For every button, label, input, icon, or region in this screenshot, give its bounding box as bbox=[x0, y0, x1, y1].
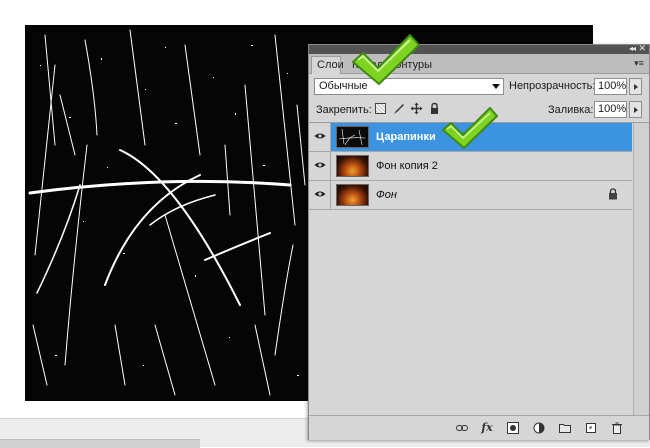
fx-icon[interactable]: fx bbox=[481, 422, 493, 434]
fill-label: Заливка: bbox=[548, 104, 594, 116]
horizontal-scrollbar[interactable] bbox=[0, 439, 200, 448]
chevron-down-icon bbox=[492, 84, 500, 89]
tab-layers[interactable]: Слои bbox=[311, 56, 344, 74]
panel-bottombar: fx bbox=[309, 415, 649, 440]
fill-slider-button[interactable] bbox=[629, 101, 642, 118]
visibility-toggle[interactable] bbox=[309, 152, 331, 180]
opacity-input[interactable]: 100% bbox=[594, 78, 627, 95]
link-icon[interactable] bbox=[456, 422, 468, 434]
collapse-panel-icon[interactable]: ◂◂ bbox=[629, 44, 636, 53]
layer-row[interactable]: Фон копия 2 bbox=[309, 152, 632, 181]
layer-name: Фон копия 2 bbox=[376, 160, 438, 172]
mask-icon[interactable] bbox=[507, 422, 519, 434]
checkmark-icon bbox=[352, 34, 420, 85]
layer-list: Царапинки Фон копия 2 Фон bbox=[309, 122, 649, 415]
adjustment-icon[interactable] bbox=[533, 422, 545, 434]
lock-transparent-icon[interactable] bbox=[375, 103, 386, 114]
layer-thumbnail bbox=[336, 155, 369, 177]
eye-icon bbox=[314, 191, 326, 197]
layer-name: Царапинки bbox=[376, 131, 436, 143]
eye-icon bbox=[314, 162, 326, 168]
brush-icon[interactable] bbox=[392, 102, 405, 115]
close-icon[interactable]: ✕ bbox=[638, 43, 646, 54]
layer-row[interactable]: Фон bbox=[309, 181, 632, 210]
new-layer-icon[interactable] bbox=[585, 422, 597, 434]
visibility-toggle[interactable] bbox=[309, 181, 331, 209]
padlock-icon bbox=[609, 188, 617, 200]
panel-menu-icon[interactable]: ▾≡ bbox=[633, 58, 645, 68]
layer-list-scrollbar[interactable] bbox=[633, 123, 649, 415]
layer-name: Фон bbox=[376, 189, 397, 201]
fill-input[interactable]: 100% bbox=[594, 101, 627, 118]
layers-panel: ◂◂ ✕ Слои Каналы Контуры ▾≡ Обычные Непр… bbox=[308, 43, 650, 440]
visibility-toggle[interactable] bbox=[309, 123, 331, 151]
opacity-label: Непрозрачность: bbox=[509, 80, 596, 92]
lock-label: Закрепить: bbox=[316, 104, 372, 116]
opacity-slider-button[interactable] bbox=[629, 78, 642, 95]
eye-icon bbox=[314, 133, 326, 139]
layer-thumbnail bbox=[336, 126, 369, 148]
folder-icon[interactable] bbox=[559, 422, 571, 434]
checkmark-icon bbox=[442, 107, 498, 149]
move-icon[interactable] bbox=[410, 102, 423, 115]
layer-thumbnail bbox=[336, 184, 369, 206]
trash-icon[interactable] bbox=[611, 422, 623, 434]
